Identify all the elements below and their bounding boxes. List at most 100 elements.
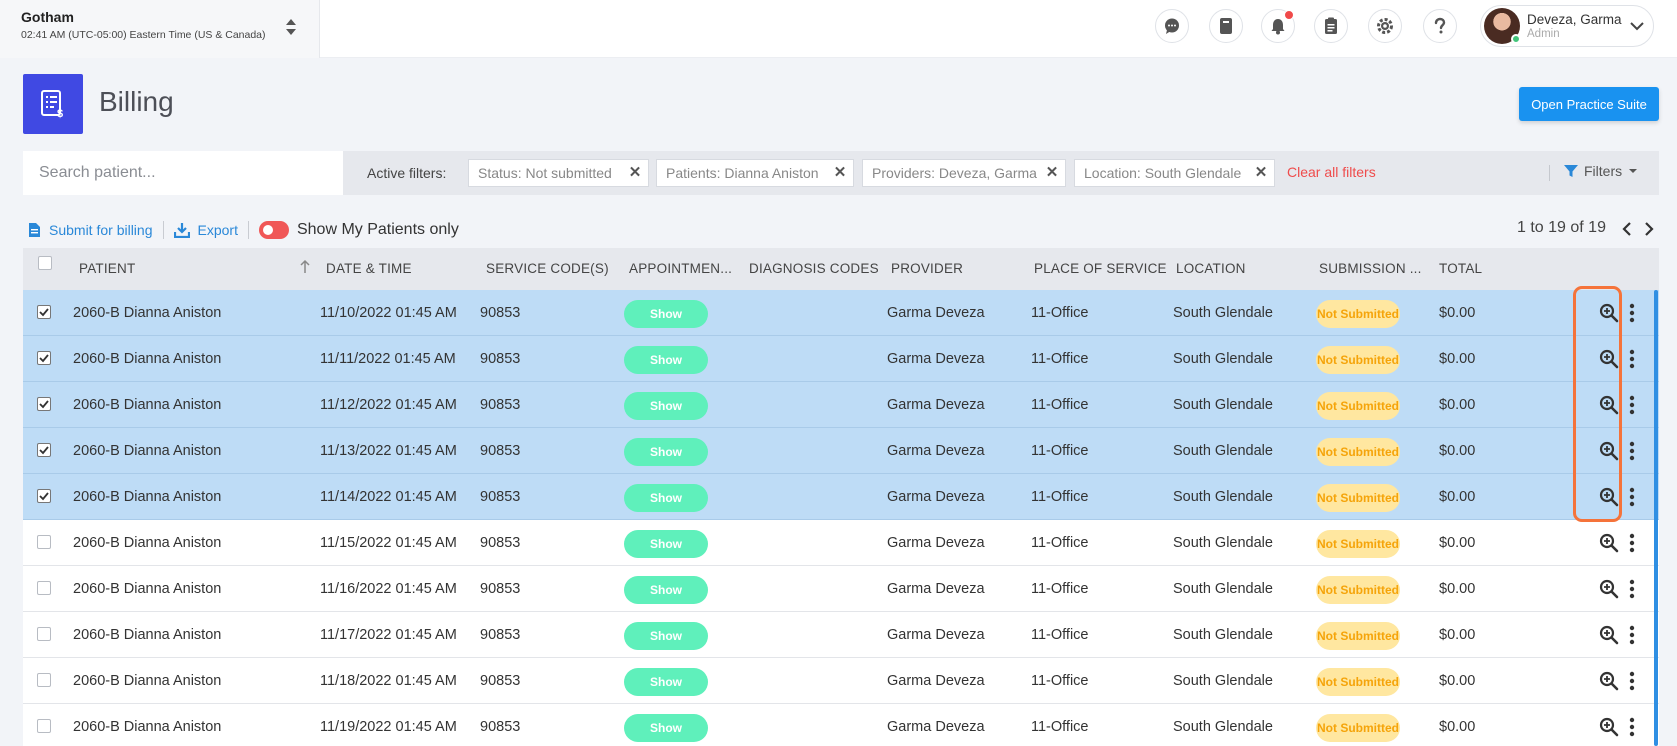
zoom-in-icon[interactable] xyxy=(1599,303,1619,323)
datetime-cell: 11/16/2022 01:45 AM xyxy=(320,581,457,597)
zoom-in-icon[interactable] xyxy=(1599,671,1619,691)
column-header-patient[interactable]: PATIENT xyxy=(79,261,135,276)
column-header-appointment[interactable]: APPOINTMEN... xyxy=(629,261,732,276)
table-row[interactable]: 2060-B Dianna Aniston 11/12/2022 01:45 AM… xyxy=(23,382,1659,428)
column-header-date-time[interactable]: DATE & TIME xyxy=(326,261,412,276)
row-checkbox[interactable] xyxy=(37,443,51,457)
table-row[interactable]: 2060-B Dianna Aniston 11/17/2022 01:45 AM… xyxy=(23,612,1659,658)
book-icon[interactable] xyxy=(1209,9,1243,43)
zoom-in-icon[interactable] xyxy=(1599,717,1619,737)
practice-switcher[interactable]: Gotham 02:41 AM (UTC-05:00) Eastern Time… xyxy=(0,0,320,58)
my-patients-toggle[interactable] xyxy=(258,221,289,239)
table-row[interactable]: 2060-B Dianna Aniston 11/14/2022 01:45 AM… xyxy=(23,474,1659,520)
row-checkbox[interactable] xyxy=(37,305,51,319)
search-input[interactable] xyxy=(23,151,343,195)
chevron-left-icon[interactable] xyxy=(1619,220,1635,238)
bell-icon[interactable] xyxy=(1261,9,1295,43)
provider-cell: Garma Deveza xyxy=(887,351,985,367)
clear-all-filters-link[interactable]: Clear all filters xyxy=(1287,164,1376,180)
more-vertical-icon[interactable] xyxy=(1628,302,1636,324)
table-actions: Submit for billing Export Show My Patien… xyxy=(28,219,459,241)
open-practice-suite-button[interactable]: Open Practice Suite xyxy=(1519,87,1659,121)
more-vertical-icon[interactable] xyxy=(1628,716,1636,738)
table-row[interactable]: 2060-B Dianna Aniston 11/18/2022 01:45 AM… xyxy=(23,658,1659,704)
sort-updown-icon[interactable] xyxy=(284,17,298,37)
appointment-status-badge: Show xyxy=(624,392,708,420)
table-row[interactable]: 2060-B Dianna Aniston 11/16/2022 01:45 AM… xyxy=(23,566,1659,612)
patient-cell[interactable]: 2060-B Dianna Aniston xyxy=(73,351,221,367)
user-menu[interactable]: Deveza, Garma Admin xyxy=(1480,5,1654,47)
more-vertical-icon[interactable] xyxy=(1628,670,1636,692)
zoom-in-icon[interactable] xyxy=(1599,395,1619,415)
close-icon[interactable]: ✕ xyxy=(1254,165,1268,180)
more-vertical-icon[interactable] xyxy=(1628,578,1636,600)
column-header-service-codes[interactable]: SERVICE CODE(S) xyxy=(486,261,609,276)
column-header-place-of-service[interactable]: PLACE OF SERVICE xyxy=(1034,261,1167,276)
zoom-in-icon[interactable] xyxy=(1599,487,1619,507)
table-row[interactable]: 2060-B Dianna Aniston 11/15/2022 01:45 AM… xyxy=(23,520,1659,566)
online-status-dot xyxy=(1511,34,1521,44)
patient-cell[interactable]: 2060-B Dianna Aniston xyxy=(73,719,221,735)
zoom-in-icon[interactable] xyxy=(1599,579,1619,599)
table-row[interactable]: 2060-B Dianna Aniston 11/10/2022 01:45 AM… xyxy=(23,290,1659,336)
scrollbar[interactable] xyxy=(1654,290,1658,746)
more-vertical-icon[interactable] xyxy=(1628,394,1636,416)
row-checkbox[interactable] xyxy=(37,535,51,549)
appointment-status-badge: Show xyxy=(624,300,708,328)
column-header-total[interactable]: TOTAL xyxy=(1439,261,1482,276)
filters-dropdown-button[interactable]: Filters xyxy=(1564,163,1638,179)
submission-status-badge: Not Submitted xyxy=(1316,300,1400,328)
sort-arrow-up-icon[interactable] xyxy=(299,259,311,275)
patient-cell[interactable]: 2060-B Dianna Aniston xyxy=(73,305,221,321)
caret-down-icon xyxy=(1629,169,1638,173)
row-checkbox[interactable] xyxy=(37,489,51,503)
patient-cell[interactable]: 2060-B Dianna Aniston xyxy=(73,443,221,459)
table-row[interactable]: 2060-B Dianna Aniston 11/13/2022 01:45 AM… xyxy=(23,428,1659,474)
column-header-diagnosis-codes[interactable]: DIAGNOSIS CODES xyxy=(749,261,879,276)
zoom-in-icon[interactable] xyxy=(1599,349,1619,369)
submit-for-billing-button[interactable]: Submit for billing xyxy=(28,222,153,238)
export-button[interactable]: Export xyxy=(173,222,238,238)
patient-cell[interactable]: 2060-B Dianna Aniston xyxy=(73,673,221,689)
filter-chip-location: Location: South Glendale ✕ xyxy=(1074,159,1275,187)
table-row[interactable]: 2060-B Dianna Aniston 11/19/2022 01:45 AM… xyxy=(23,704,1659,746)
row-checkbox[interactable] xyxy=(37,581,51,595)
help-icon[interactable] xyxy=(1423,9,1457,43)
zoom-in-icon[interactable] xyxy=(1599,625,1619,645)
row-checkbox[interactable] xyxy=(37,397,51,411)
row-checkbox[interactable] xyxy=(37,351,51,365)
column-header-submission[interactable]: SUBMISSION ... xyxy=(1319,261,1422,276)
practice-name: Gotham xyxy=(21,9,74,25)
filter-bar: Active filters: Status: Not submitted ✕ … xyxy=(23,151,1659,195)
total-cell: $0.00 xyxy=(1439,627,1476,643)
select-all-checkbox[interactable] xyxy=(38,256,52,270)
more-vertical-icon[interactable] xyxy=(1628,348,1636,370)
more-vertical-icon[interactable] xyxy=(1628,486,1636,508)
table-row[interactable]: 2060-B Dianna Aniston 11/11/2022 01:45 AM… xyxy=(23,336,1659,382)
clipboard-icon[interactable] xyxy=(1314,9,1348,43)
patient-cell[interactable]: 2060-B Dianna Aniston xyxy=(73,489,221,505)
provider-cell: Garma Deveza xyxy=(887,489,985,505)
more-vertical-icon[interactable] xyxy=(1628,440,1636,462)
row-checkbox[interactable] xyxy=(37,627,51,641)
patient-cell[interactable]: 2060-B Dianna Aniston xyxy=(73,535,221,551)
close-icon[interactable]: ✕ xyxy=(1045,165,1059,180)
funnel-icon xyxy=(1564,165,1578,177)
close-icon[interactable]: ✕ xyxy=(833,165,847,180)
zoom-in-icon[interactable] xyxy=(1599,533,1619,553)
more-vertical-icon[interactable] xyxy=(1628,532,1636,554)
chevron-right-icon[interactable] xyxy=(1641,220,1657,238)
row-checkbox[interactable] xyxy=(37,673,51,687)
close-icon[interactable]: ✕ xyxy=(628,165,642,180)
row-checkbox[interactable] xyxy=(37,719,51,733)
gear-icon[interactable] xyxy=(1368,9,1402,43)
patient-cell[interactable]: 2060-B Dianna Aniston xyxy=(73,627,221,643)
chat-icon[interactable] xyxy=(1155,9,1189,43)
column-header-provider[interactable]: PROVIDER xyxy=(891,261,963,276)
more-vertical-icon[interactable] xyxy=(1628,624,1636,646)
user-role: Admin xyxy=(1527,28,1560,40)
patient-cell[interactable]: 2060-B Dianna Aniston xyxy=(73,581,221,597)
patient-cell[interactable]: 2060-B Dianna Aniston xyxy=(73,397,221,413)
zoom-in-icon[interactable] xyxy=(1599,441,1619,461)
column-header-location[interactable]: LOCATION xyxy=(1176,261,1246,276)
